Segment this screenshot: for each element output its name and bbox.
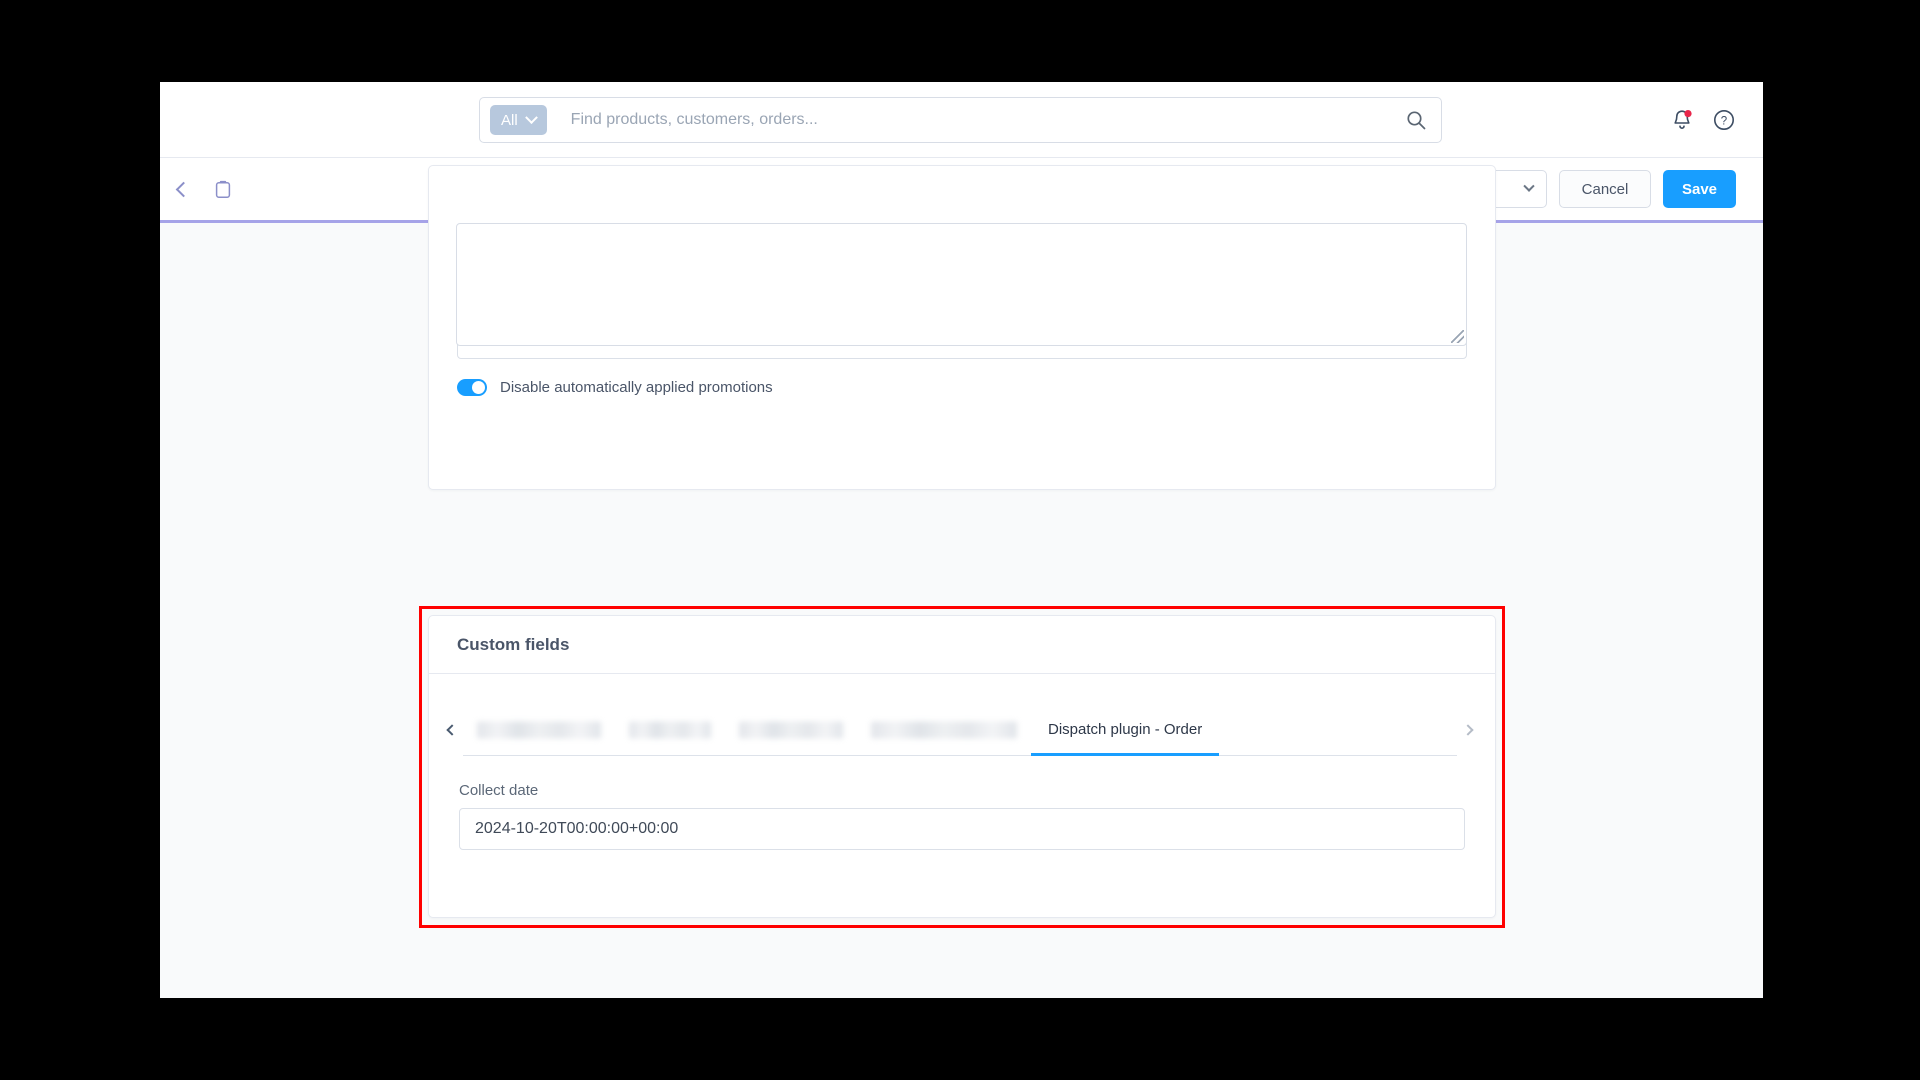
custom-fields-tab-dispatch-plugin-order[interactable]: Dispatch plugin - Order [1031, 704, 1220, 756]
toggle-knob [472, 381, 485, 394]
search-input[interactable] [568, 110, 1405, 130]
collect-date-label: Collect date [459, 782, 539, 799]
custom-fields-tab-4[interactable] [857, 704, 1031, 755]
redacted-label [871, 721, 1017, 738]
custom-fields-tab-3[interactable] [725, 704, 857, 755]
chevron-left-icon [446, 724, 458, 736]
search-icon[interactable] [1405, 109, 1427, 131]
textarea-resize-handle[interactable] [1451, 330, 1464, 343]
redacted-label [739, 721, 843, 738]
notification-badge [1684, 109, 1692, 117]
disable-auto-promotions-toggle[interactable] [457, 379, 487, 396]
search-scope-label: All [501, 111, 518, 129]
bell-icon[interactable] [1670, 108, 1694, 133]
custom-fields-tab-1[interactable] [463, 704, 615, 755]
custom-fields-tab-strip: Dispatch plugin - Order [463, 704, 1457, 756]
tabs-prev-arrow[interactable] [441, 704, 463, 756]
redacted-label [629, 721, 711, 738]
question-circle-icon[interactable]: ? [1712, 108, 1736, 132]
custom-fields-panel: Collect date [429, 756, 1495, 850]
header-nav-icons [172, 179, 233, 200]
top-bar-actions: ? [1670, 82, 1736, 158]
custom-fields-tab-2[interactable] [615, 704, 725, 755]
collect-date-input[interactable] [459, 808, 1465, 850]
chevron-down-icon [1523, 180, 1535, 192]
order-comment-textarea[interactable] [456, 223, 1467, 346]
custom-fields-title: Custom fields [429, 616, 1495, 674]
redacted-label [477, 721, 601, 738]
clipboard-icon[interactable] [213, 179, 233, 200]
custom-fields-card: Custom fields Dispatch plugin - Order Co… [428, 615, 1496, 918]
disable-auto-promotions-row[interactable]: Disable automatically applied promotions [457, 379, 1467, 396]
disable-auto-promotions-label: Disable automatically applied promotions [500, 379, 773, 396]
cancel-button[interactable]: Cancel [1559, 170, 1651, 208]
svg-text:?: ? [1721, 115, 1727, 127]
global-search-bar[interactable]: All [479, 97, 1442, 143]
chevron-down-icon [524, 110, 538, 124]
chevron-left-icon[interactable] [175, 181, 192, 197]
search-scope-selector[interactable]: All [490, 105, 547, 135]
global-top-bar: All ? [160, 82, 1763, 158]
chevron-right-icon [1462, 724, 1474, 736]
order-detail-content: Promotions Disable automatically applied… [160, 165, 1763, 995]
tabs-next-arrow[interactable] [1457, 704, 1479, 756]
custom-fields-tabs: Dispatch plugin - Order [429, 704, 1495, 756]
save-button[interactable]: Save [1663, 170, 1736, 208]
application-window: All ? [160, 82, 1763, 998]
